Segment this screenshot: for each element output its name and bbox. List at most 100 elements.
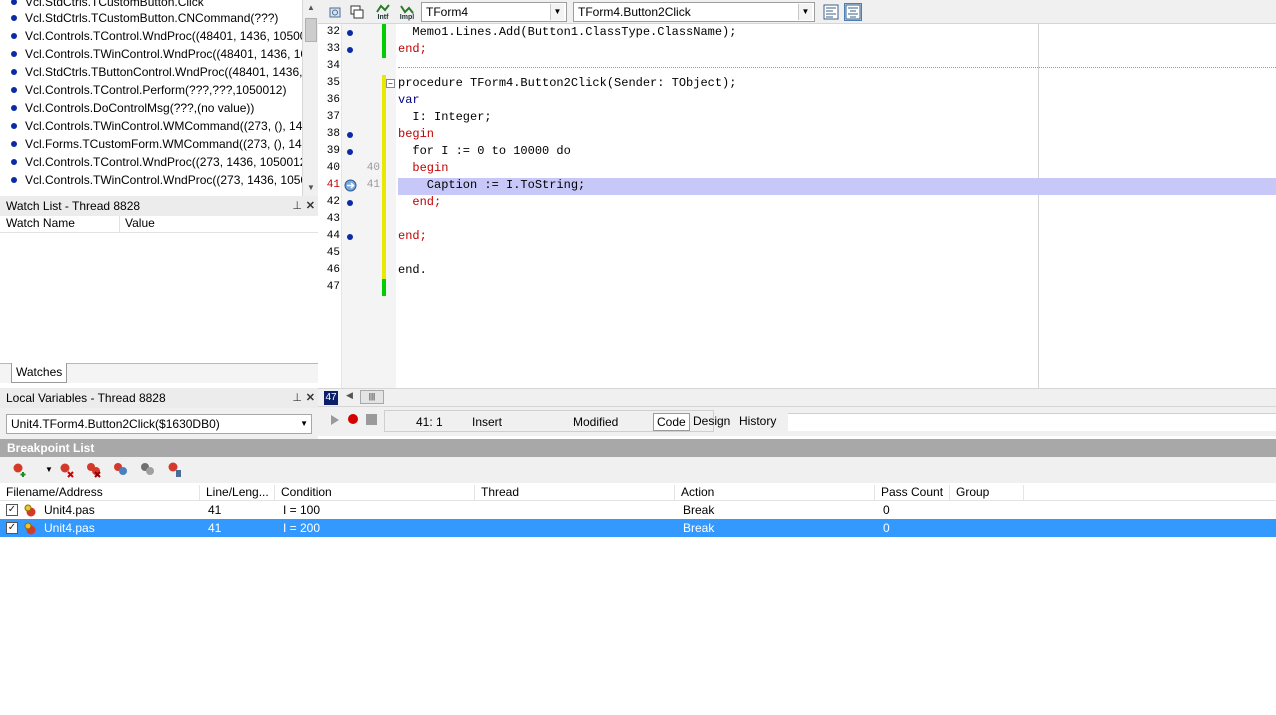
code-line-current[interactable]: Caption := I.ToString; <box>398 177 585 194</box>
code-line[interactable]: I: Integer; <box>398 109 491 126</box>
call-stack-scrollbar[interactable]: ▲ ▼ <box>302 0 318 196</box>
table-row-selected[interactable]: ✓ Unit4.pas 41 I = 200 Break 0 <box>0 519 1276 537</box>
enabled-checkbox[interactable]: ✓ <box>6 522 18 534</box>
editor-toolbar: Intf Impl TForm4 ▼ TForm4.Button2Click ▼ <box>318 0 1276 24</box>
call-stack-item[interactable]: Vcl.Controls.TWinControl.WMCommand((273,… <box>0 117 302 135</box>
fold-toggle-icon[interactable]: − <box>386 79 395 88</box>
record-icon[interactable] <box>347 413 359 428</box>
frame-dot-icon <box>11 105 17 111</box>
call-stack-item[interactable]: Vcl.Controls.TControl.WndProc((273, 1436… <box>0 153 302 171</box>
frame-dot-icon <box>11 177 17 183</box>
watch-list-body[interactable] <box>0 233 318 363</box>
code-line[interactable]: end; <box>398 41 427 58</box>
align-left-icon[interactable] <box>822 3 840 21</box>
call-stack-item[interactable]: Vcl.Controls.TWinControl.WndProc((48401,… <box>0 45 302 63</box>
scroll-up-icon[interactable]: ▲ <box>303 0 318 16</box>
frame-dot-icon <box>11 87 17 93</box>
code-line[interactable]: begin <box>398 126 434 143</box>
chevron-down-icon[interactable]: ▼ <box>41 462 57 478</box>
impl-button[interactable]: Impl <box>398 3 416 21</box>
scroll-thumb[interactable] <box>305 18 317 42</box>
code-line[interactable]: end. <box>398 262 427 279</box>
column-header[interactable]: Action <box>675 485 875 501</box>
close-icon[interactable]: ✕ <box>306 199 315 212</box>
scroll-down-icon[interactable]: ▼ <box>303 180 318 196</box>
line-number: 45 <box>326 247 340 259</box>
code-line[interactable]: begin <box>398 160 448 177</box>
column-header[interactable]: Watch Name <box>0 216 120 232</box>
delete-breakpoint-icon[interactable] <box>59 462 75 478</box>
column-header[interactable]: Filename/Address <box>0 485 200 501</box>
column-header[interactable]: Condition <box>275 485 475 501</box>
refresh-icon[interactable] <box>326 3 344 21</box>
call-stack-item[interactable]: Vcl.Controls.DoControlMsg(???,(no value)… <box>0 99 302 117</box>
disable-all-icon[interactable] <box>140 462 156 478</box>
tab-code[interactable]: Code <box>653 413 690 431</box>
column-header[interactable]: Thread <box>475 485 675 501</box>
status-filler <box>788 413 1276 431</box>
column-header[interactable]: Group <box>950 485 1024 501</box>
code-line[interactable]: procedure TForm4.Button2Click(Sender: TO… <box>398 75 736 92</box>
breakpoint-execution-icon[interactable] <box>344 179 357 192</box>
column-header[interactable]: Value <box>120 216 155 232</box>
windows-icon[interactable] <box>348 3 366 21</box>
call-stack-panel: Vcl.StdCtrls.TCustomButton.Click Vcl.Std… <box>0 0 318 196</box>
play-icon[interactable] <box>330 414 340 429</box>
executable-line-dot-icon[interactable] <box>347 47 353 53</box>
delete-all-breakpoints-icon[interactable] <box>86 462 102 478</box>
frame-dot-icon <box>11 159 17 165</box>
call-stack-item[interactable]: Vcl.Controls.TControl.WndProc((48401, 14… <box>0 27 302 45</box>
method-select[interactable]: TForm4.Button2Click ▼ <box>573 2 815 22</box>
line-number-secondary: 40 <box>366 162 380 174</box>
tab-watches[interactable]: Watches <box>11 363 68 383</box>
stack-frame-select[interactable]: Unit4.TForm4.Button2Click($1630DB0) ▼ <box>6 414 312 434</box>
watch-list-title: Watch List - Thread 8828 <box>6 199 141 213</box>
method-separator <box>398 67 1276 68</box>
line-number: 36 <box>326 94 340 106</box>
table-row[interactable]: ✓ Unit4.pas 41 I = 100 Break 0 <box>0 501 1276 519</box>
call-stack-item[interactable]: Vcl.Controls.TControl.Perform(???,???,10… <box>0 81 302 99</box>
close-icon[interactable]: ✕ <box>306 391 315 404</box>
saved-change-bar <box>382 24 386 58</box>
executable-line-dot-icon[interactable] <box>347 132 353 138</box>
executable-line-dot-icon[interactable] <box>347 30 353 36</box>
stop-icon[interactable] <box>366 414 377 428</box>
code-line[interactable]: end; <box>398 194 441 211</box>
code-line[interactable]: var <box>398 92 420 109</box>
line-number-secondary: 41 <box>366 179 380 191</box>
code-line[interactable]: end; <box>398 228 427 245</box>
enabled-checkbox[interactable]: ✓ <box>6 504 18 516</box>
frame-dot-icon <box>11 141 17 147</box>
tab-design[interactable]: Design <box>690 413 733 431</box>
call-stack-item[interactable]: Vcl.StdCtrls.TCustomButton.CNCommand(???… <box>0 9 302 27</box>
scroll-left-icon[interactable]: ◀ <box>346 390 353 401</box>
call-stack-item[interactable]: Vcl.StdCtrls.TButtonControl.WndProc((484… <box>0 63 302 81</box>
breakpoint-properties-icon[interactable] <box>167 462 183 478</box>
line-number: 40 <box>326 162 340 174</box>
call-stack-item[interactable]: Vcl.Forms.TCustomForm.WMCommand((273, ()… <box>0 135 302 153</box>
pin-icon[interactable]: ⊥ <box>292 199 302 212</box>
line-number: 35 <box>326 77 340 89</box>
editor-horizontal-scrollbar[interactable]: 47 ◀ ||| <box>318 388 1276 406</box>
align-center-icon[interactable] <box>844 3 862 21</box>
call-stack-item[interactable]: Vcl.Controls.TWinControl.WndProc((273, 1… <box>0 171 302 189</box>
intf-button[interactable]: Intf <box>374 3 392 21</box>
scroll-thumb[interactable]: ||| <box>360 390 384 404</box>
column-header[interactable]: Line/Leng... <box>200 485 275 501</box>
class-select[interactable]: TForm4 ▼ <box>421 2 567 22</box>
column-header[interactable]: Pass Count <box>875 485 950 501</box>
add-breakpoint-icon[interactable] <box>12 462 28 478</box>
enable-all-icon[interactable] <box>113 462 129 478</box>
code-line[interactable]: Memo1.Lines.Add(Button1.ClassType.ClassN… <box>398 24 736 41</box>
line-number: 39 <box>326 145 340 157</box>
executable-line-dot-icon[interactable] <box>347 149 353 155</box>
breakpoint-columns: Filename/Address Line/Leng... Condition … <box>0 484 1276 501</box>
pin-icon[interactable]: ⊥ <box>292 391 302 404</box>
line-number: 32 <box>326 26 340 38</box>
right-margin-line <box>1038 24 1039 388</box>
executable-line-dot-icon[interactable] <box>347 234 353 240</box>
frame-dot-icon <box>11 15 17 21</box>
executable-line-dot-icon[interactable] <box>347 200 353 206</box>
code-line[interactable]: for I := 0 to 10000 do <box>398 143 570 160</box>
tab-history[interactable]: History <box>736 413 779 431</box>
